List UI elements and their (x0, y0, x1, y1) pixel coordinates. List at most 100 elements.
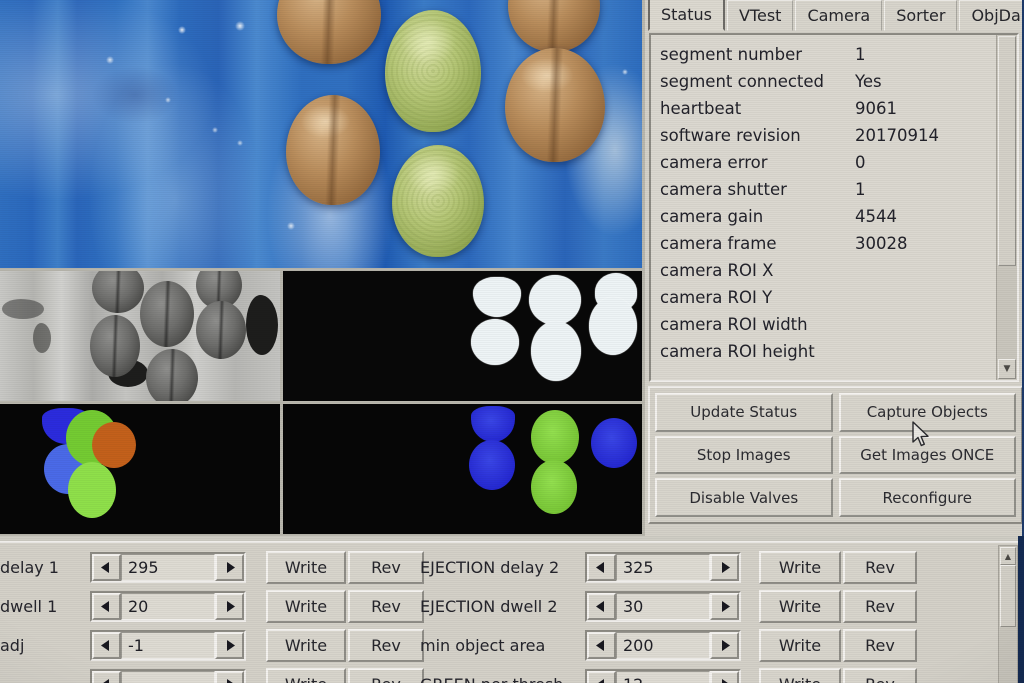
status-row: camera error 0 (660, 149, 995, 176)
param-stepper[interactable]: 20 (90, 590, 246, 622)
write-button[interactable]: Write (759, 550, 841, 584)
param-value[interactable]: 12 (616, 670, 710, 683)
rev-button[interactable]: Rev (843, 628, 917, 662)
stop-images-button[interactable]: Stop Images (655, 435, 833, 475)
mask-blob (471, 319, 519, 365)
status-row: camera ROI height (660, 338, 995, 365)
param-value[interactable]: 20 (121, 592, 215, 620)
param-row-min-object-area: min object area 200 Write Rev (420, 628, 917, 662)
decrement-icon[interactable] (587, 592, 616, 620)
param-row-delay-1: delay 1 295 Write Rev (0, 550, 424, 584)
rev-button[interactable]: Rev (843, 550, 917, 584)
increment-icon[interactable] (710, 592, 739, 620)
rev-button[interactable]: Rev (348, 550, 424, 584)
param-value[interactable]: 200 (616, 631, 710, 659)
increment-icon[interactable] (215, 670, 244, 683)
rev-button[interactable]: Rev (843, 667, 917, 683)
decrement-icon[interactable] (587, 670, 616, 683)
rev-button[interactable]: Rev (348, 589, 424, 623)
rev-button[interactable]: Rev (348, 628, 424, 662)
decrement-icon[interactable] (92, 592, 121, 620)
write-button[interactable]: Write (759, 667, 841, 683)
param-value[interactable]: -1 (121, 631, 215, 659)
param-row-dwell-1: dwell 1 20 Write Rev (0, 589, 424, 623)
param-stepper[interactable]: 200 (585, 629, 741, 661)
class-blob-green (531, 410, 579, 464)
status-value: 0 (855, 153, 866, 172)
scrollbar-thumb[interactable] (998, 36, 1016, 266)
colour-camera-view[interactable] (0, 0, 642, 268)
status-row: camera ROI width (660, 311, 995, 338)
param-stepper[interactable]: 325 (585, 551, 741, 583)
decrement-icon[interactable] (587, 553, 616, 581)
status-key: camera error (660, 153, 768, 172)
write-button[interactable]: Write (266, 667, 346, 683)
status-key: camera ROI X (660, 261, 774, 280)
update-status-button[interactable]: Update Status (655, 393, 833, 432)
decrement-icon[interactable] (92, 631, 121, 659)
status-value: 1 (855, 180, 866, 199)
param-stepper[interactable]: 30 (585, 590, 741, 622)
write-button[interactable]: Write (759, 589, 841, 623)
tab-sorter[interactable]: Sorter (884, 0, 958, 31)
increment-icon[interactable] (710, 670, 739, 683)
param-label: dwell 1 (0, 596, 58, 616)
tab-status[interactable]: Status (648, 0, 725, 31)
decrement-icon[interactable] (587, 631, 616, 659)
param-stepper[interactable]: -1 (90, 629, 246, 661)
parameter-panel-scrollbar[interactable]: ▲ (998, 545, 1018, 683)
increment-icon[interactable] (710, 553, 739, 581)
classification-view[interactable] (0, 404, 280, 534)
scroll-up-icon[interactable]: ▲ (1000, 547, 1016, 565)
object-walnut-gray (92, 271, 144, 313)
increment-icon[interactable] (215, 631, 244, 659)
param-label: adj (0, 635, 25, 655)
param-value[interactable]: 325 (616, 553, 710, 581)
param-row-green-per-thresh: GREEN per thresh 12 Write Rev (420, 667, 917, 683)
rev-button[interactable]: Rev (843, 589, 917, 623)
tab-objdata[interactable]: ObjDa (959, 0, 1024, 31)
binary-mask-view[interactable] (283, 271, 642, 401)
class-blob-blue (469, 440, 515, 490)
rev-button[interactable]: Rev (348, 667, 424, 683)
status-row: camera frame 30028 (660, 230, 995, 257)
increment-icon[interactable] (215, 592, 244, 620)
scroll-down-icon[interactable]: ▼ (998, 359, 1016, 379)
object-walnut-gray (196, 301, 246, 359)
reconfigure-button[interactable]: Reconfigure (838, 478, 1016, 517)
param-label: EJECTION dwell 2 (420, 596, 558, 616)
tab-label: VTest (738, 6, 782, 25)
param-stepper[interactable] (90, 668, 246, 683)
greyscale-camera-view[interactable] (0, 271, 280, 401)
capture-objects-button[interactable]: Capture Objects (838, 393, 1016, 432)
scrollbar-thumb[interactable] (1000, 565, 1016, 627)
tab-vtest[interactable]: VTest (726, 0, 794, 31)
write-button[interactable]: Write (759, 628, 841, 662)
object-green-husk (385, 10, 481, 132)
status-list-panel: segment number 1 segment connected Yes hea… (649, 33, 1019, 382)
tab-camera[interactable]: Camera (795, 0, 883, 31)
window-edge (1018, 536, 1024, 683)
increment-icon[interactable] (710, 631, 739, 659)
param-row-adj: adj -1 Write Rev (0, 628, 424, 662)
param-stepper[interactable]: 295 (90, 551, 246, 583)
classification-view-2[interactable] (283, 404, 642, 534)
param-value[interactable]: 30 (616, 592, 710, 620)
status-value: 1 (855, 45, 866, 64)
mask-blob (473, 277, 521, 317)
write-button[interactable]: Write (266, 550, 346, 584)
decrement-icon[interactable] (92, 553, 121, 581)
write-button[interactable]: Write (266, 628, 346, 662)
disable-valves-button[interactable]: Disable Valves (655, 478, 833, 517)
param-stepper[interactable]: 12 (585, 668, 741, 683)
get-images-once-button[interactable]: Get Images ONCE (838, 435, 1016, 475)
object-walnut-gray (90, 315, 140, 377)
status-value: 30028 (855, 234, 908, 253)
param-value[interactable]: 295 (121, 553, 215, 581)
decrement-icon[interactable] (92, 670, 121, 683)
increment-icon[interactable] (215, 553, 244, 581)
write-button[interactable]: Write (266, 589, 346, 623)
status-scrollbar[interactable]: ▼ (996, 35, 1017, 380)
param-value[interactable] (121, 670, 215, 683)
param-label: delay 1 (0, 557, 59, 577)
